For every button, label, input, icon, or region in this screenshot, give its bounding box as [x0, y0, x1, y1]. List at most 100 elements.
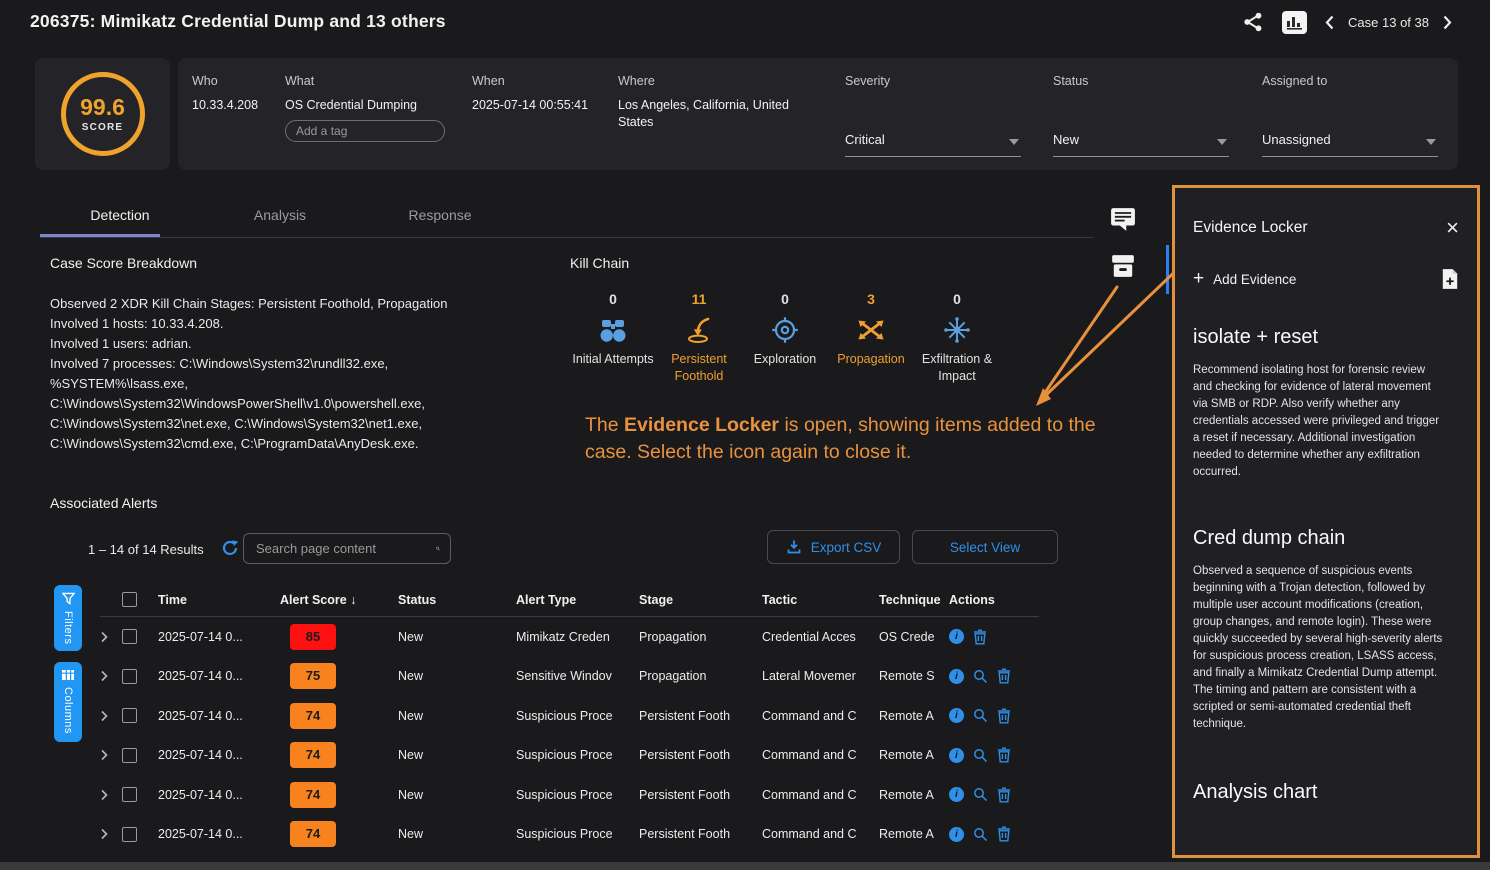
expand-row-button[interactable]	[100, 710, 122, 722]
scrollbar-thumb[interactable]	[1166, 245, 1169, 294]
next-case-button[interactable]	[1443, 15, 1452, 30]
cell-alert-type: Suspicious Proce	[516, 827, 639, 841]
row-checkbox[interactable]	[122, 827, 137, 842]
info-icon[interactable]: i	[949, 787, 964, 802]
tab-analysis[interactable]: Analysis	[200, 195, 360, 237]
delete-icon[interactable]	[997, 668, 1011, 684]
cell-stage: Propagation	[639, 669, 762, 683]
score-ring: 99.6 SCORE	[61, 72, 145, 156]
search-icon[interactable]	[436, 540, 440, 557]
evidence-locker-button[interactable]	[1110, 253, 1136, 282]
sort-descending-icon[interactable]: ↓	[350, 593, 356, 607]
search-action-icon[interactable]	[973, 708, 988, 723]
add-tag-input[interactable]	[285, 120, 445, 142]
share-button[interactable]	[1242, 11, 1264, 33]
search-action-icon[interactable]	[973, 827, 988, 842]
delete-icon[interactable]	[973, 629, 987, 645]
foothold-icon	[684, 316, 714, 344]
columns-button[interactable]: Columns	[54, 662, 82, 742]
info-icon[interactable]: i	[949, 827, 964, 842]
table-row[interactable]: 2025-07-14 0... 74 New Suspicious Proce …	[100, 696, 1039, 736]
info-icon[interactable]: i	[949, 669, 964, 684]
alert-score-badge: 75	[290, 663, 336, 689]
column-technique[interactable]: Technique	[879, 593, 949, 607]
document-plus-icon	[1441, 268, 1459, 290]
info-icon[interactable]: i	[949, 708, 964, 723]
column-tactic[interactable]: Tactic	[762, 593, 879, 607]
cell-time: 2025-07-14 0...	[158, 748, 280, 762]
chevron-right-icon	[100, 789, 108, 801]
breakdown-line: C:\Windows\System32\WindowsPowerShell\v1…	[50, 394, 570, 414]
search-action-icon[interactable]	[973, 748, 988, 763]
row-checkbox[interactable]	[122, 748, 137, 763]
table-row[interactable]: 2025-07-14 0... 74 New Suspicious Proce …	[100, 775, 1039, 815]
search-action-icon[interactable]	[973, 669, 988, 684]
chevron-down-icon	[1217, 139, 1227, 145]
case-chart-button[interactable]	[1282, 11, 1307, 34]
column-alert-type[interactable]: Alert Type	[516, 593, 639, 607]
cell-tactic: Command and C	[762, 827, 879, 841]
alert-score-badge: 74	[290, 703, 336, 729]
when-label: When	[472, 74, 588, 88]
delete-icon[interactable]	[997, 826, 1011, 842]
refresh-button[interactable]	[221, 539, 239, 557]
who-value: 10.33.4.208	[192, 97, 258, 114]
search-action-icon[interactable]	[973, 787, 988, 802]
column-status[interactable]: Status	[398, 593, 516, 607]
add-evidence-button[interactable]: + Add Evidence	[1193, 268, 1296, 290]
expand-row-button[interactable]	[100, 631, 122, 643]
status-dropdown[interactable]: Status New	[1053, 74, 1229, 88]
export-csv-button[interactable]: Export CSV	[767, 530, 900, 564]
column-alert-score[interactable]: Alert Score ↓	[280, 593, 398, 607]
expand-row-button[interactable]	[100, 670, 122, 682]
cell-technique: Remote S	[879, 669, 949, 683]
cell-time: 2025-07-14 0...	[158, 669, 280, 683]
field-where: Where Los Angeles, California, United St…	[618, 74, 823, 131]
tab-detection[interactable]: Detection	[40, 195, 200, 237]
case-pagination: Case 13 of 38	[1325, 15, 1452, 30]
previous-case-button[interactable]	[1325, 15, 1334, 30]
info-icon[interactable]: i	[949, 629, 964, 644]
search-input[interactable]	[244, 541, 436, 556]
delete-icon[interactable]	[997, 747, 1011, 763]
row-checkbox[interactable]	[122, 629, 137, 644]
table-row[interactable]: 2025-07-14 0... 75 New Sensitive Windov …	[100, 657, 1039, 697]
table-row[interactable]: 2025-07-14 0... 74 New Suspicious Proce …	[100, 815, 1039, 855]
assigned-to-dropdown[interactable]: Assigned to Unassigned	[1262, 74, 1438, 88]
delete-icon[interactable]	[997, 787, 1011, 803]
expand-row-button[interactable]	[100, 789, 122, 801]
header-controls: Case 13 of 38	[1242, 8, 1452, 36]
close-icon[interactable]: ×	[1446, 218, 1459, 238]
chevron-right-icon	[100, 749, 108, 761]
severity-dropdown[interactable]: Severity Critical	[845, 74, 1021, 88]
download-icon	[786, 539, 802, 555]
comments-panel-button[interactable]	[1110, 207, 1136, 235]
row-checkbox[interactable]	[122, 669, 137, 684]
expand-row-button[interactable]	[100, 749, 122, 761]
cell-stage: Persistent Footh	[639, 709, 762, 723]
add-document-button[interactable]	[1441, 268, 1459, 290]
info-icon[interactable]: i	[949, 748, 964, 763]
stage-label: Initial Attempts	[570, 351, 656, 368]
cell-status: New	[398, 709, 516, 723]
row-checkbox[interactable]	[122, 708, 137, 723]
cell-technique: Remote A	[879, 827, 949, 841]
tab-response[interactable]: Response	[360, 195, 520, 237]
select-all-checkbox[interactable]	[122, 592, 137, 607]
stage-count: 3	[828, 291, 914, 307]
case-summary-bar: Who 10.33.4.208 What OS Credential Dumpi…	[178, 58, 1458, 170]
cell-tactic: Command and C	[762, 788, 879, 802]
cell-time: 2025-07-14 0...	[158, 827, 280, 841]
delete-icon[interactable]	[997, 708, 1011, 724]
column-stage[interactable]: Stage	[639, 593, 762, 607]
column-time[interactable]: Time	[158, 593, 280, 607]
field-what: What OS Credential Dumping	[285, 74, 445, 142]
where-value: Los Angeles, California, United States	[618, 97, 823, 131]
table-row[interactable]: 2025-07-14 0... 74 New Suspicious Proce …	[100, 736, 1039, 776]
table-row[interactable]: 2025-07-14 0... 85 New Mimikatz Creden P…	[100, 617, 1039, 657]
filters-button[interactable]: Filters	[54, 585, 82, 651]
stage-count: 0	[570, 291, 656, 307]
select-view-button[interactable]: Select View	[912, 530, 1058, 564]
row-checkbox[interactable]	[122, 787, 137, 802]
expand-row-button[interactable]	[100, 828, 122, 840]
